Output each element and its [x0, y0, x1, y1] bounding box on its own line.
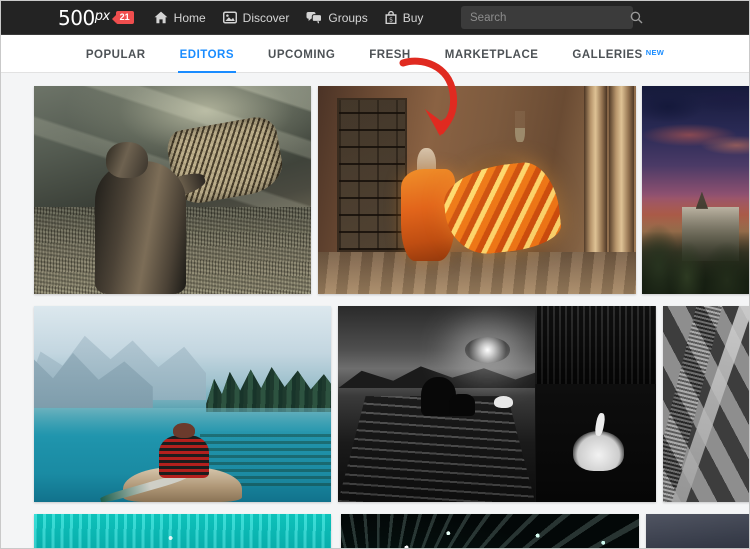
- tab-upcoming[interactable]: UPCOMING: [268, 49, 336, 73]
- nav-item-discover[interactable]: Discover: [222, 10, 290, 25]
- photo-tile[interactable]: [341, 514, 639, 548]
- logo-500: 500: [58, 5, 95, 30]
- nav-item-home-label: Home: [173, 10, 206, 25]
- shopping-bag-icon: $: [385, 11, 397, 24]
- site-header: 500px 21 Home Discover Groups $ Buy Sear…: [1, 1, 749, 35]
- photo-tile[interactable]: [646, 514, 749, 548]
- nav-item-groups-label: Groups: [328, 10, 368, 25]
- tab-fresh-label: FRESH: [369, 49, 411, 61]
- chat-bubbles-icon: [306, 11, 323, 24]
- tab-upcoming-label: UPCOMING: [268, 49, 336, 61]
- tab-popular[interactable]: POPULAR: [85, 49, 146, 73]
- photo-cyan-abstract: [34, 514, 331, 548]
- browser-page: 500px 21 Home Discover Groups $ Buy Sear…: [0, 0, 750, 549]
- nav-item-home[interactable]: Home: [154, 11, 206, 25]
- photo-tile[interactable]: [34, 86, 311, 294]
- photo-icon: [222, 11, 237, 24]
- svg-text:$: $: [389, 15, 393, 23]
- photo-dark-sparkle: [341, 514, 639, 548]
- photo-dock-swan-bw: [338, 306, 656, 502]
- photo-tile[interactable]: [338, 306, 656, 502]
- photo-tile[interactable]: [663, 306, 749, 502]
- tab-galleries[interactable]: GALLERIES NEW: [572, 48, 665, 73]
- logo-wordmark: 500px: [58, 8, 110, 28]
- tab-galleries-label: GALLERIES: [572, 49, 643, 61]
- notification-badge[interactable]: 21: [111, 10, 134, 25]
- search-input[interactable]: [461, 11, 630, 24]
- photo-tile[interactable]: [642, 86, 749, 294]
- tab-fresh[interactable]: FRESH: [369, 49, 411, 73]
- photo-basket-man: [34, 86, 311, 294]
- galleries-new-badge: NEW: [645, 48, 665, 57]
- logo-px: px: [94, 8, 110, 24]
- photo-tile[interactable]: [34, 514, 331, 548]
- site-logo[interactable]: 500px 21: [58, 8, 134, 28]
- search-icon[interactable]: [630, 11, 643, 24]
- photo-canoe-lake: [34, 306, 331, 502]
- photo-tile[interactable]: [34, 306, 331, 502]
- tab-marketplace-label: MARKETPLACE: [444, 49, 539, 61]
- photo-grid: [1, 74, 749, 548]
- category-tabs: POPULAR EDITORS UPCOMING FRESH MARKETPLA…: [1, 35, 749, 73]
- tab-editors[interactable]: EDITORS: [177, 49, 237, 73]
- photo-orange-dress-corridor: [318, 86, 636, 294]
- photo-geometric-pavement: [663, 306, 749, 502]
- home-icon: [154, 11, 168, 24]
- search-box[interactable]: [461, 6, 643, 29]
- nav-item-groups[interactable]: Groups: [306, 10, 368, 25]
- nav-item-buy-label: Buy: [402, 10, 424, 25]
- nav-item-discover-label: Discover: [242, 10, 290, 25]
- tab-editors-label: EDITORS: [179, 49, 235, 61]
- tab-popular-label: POPULAR: [85, 49, 146, 61]
- primary-nav: Home Discover Groups $ Buy: [154, 11, 441, 25]
- nav-item-buy[interactable]: $ Buy: [385, 10, 424, 25]
- tab-marketplace[interactable]: MARKETPLACE: [444, 49, 539, 73]
- photo-sunset-palace: [642, 86, 749, 294]
- photo-tile[interactable]: [318, 86, 636, 294]
- photo-slate-gradient: [646, 514, 749, 548]
